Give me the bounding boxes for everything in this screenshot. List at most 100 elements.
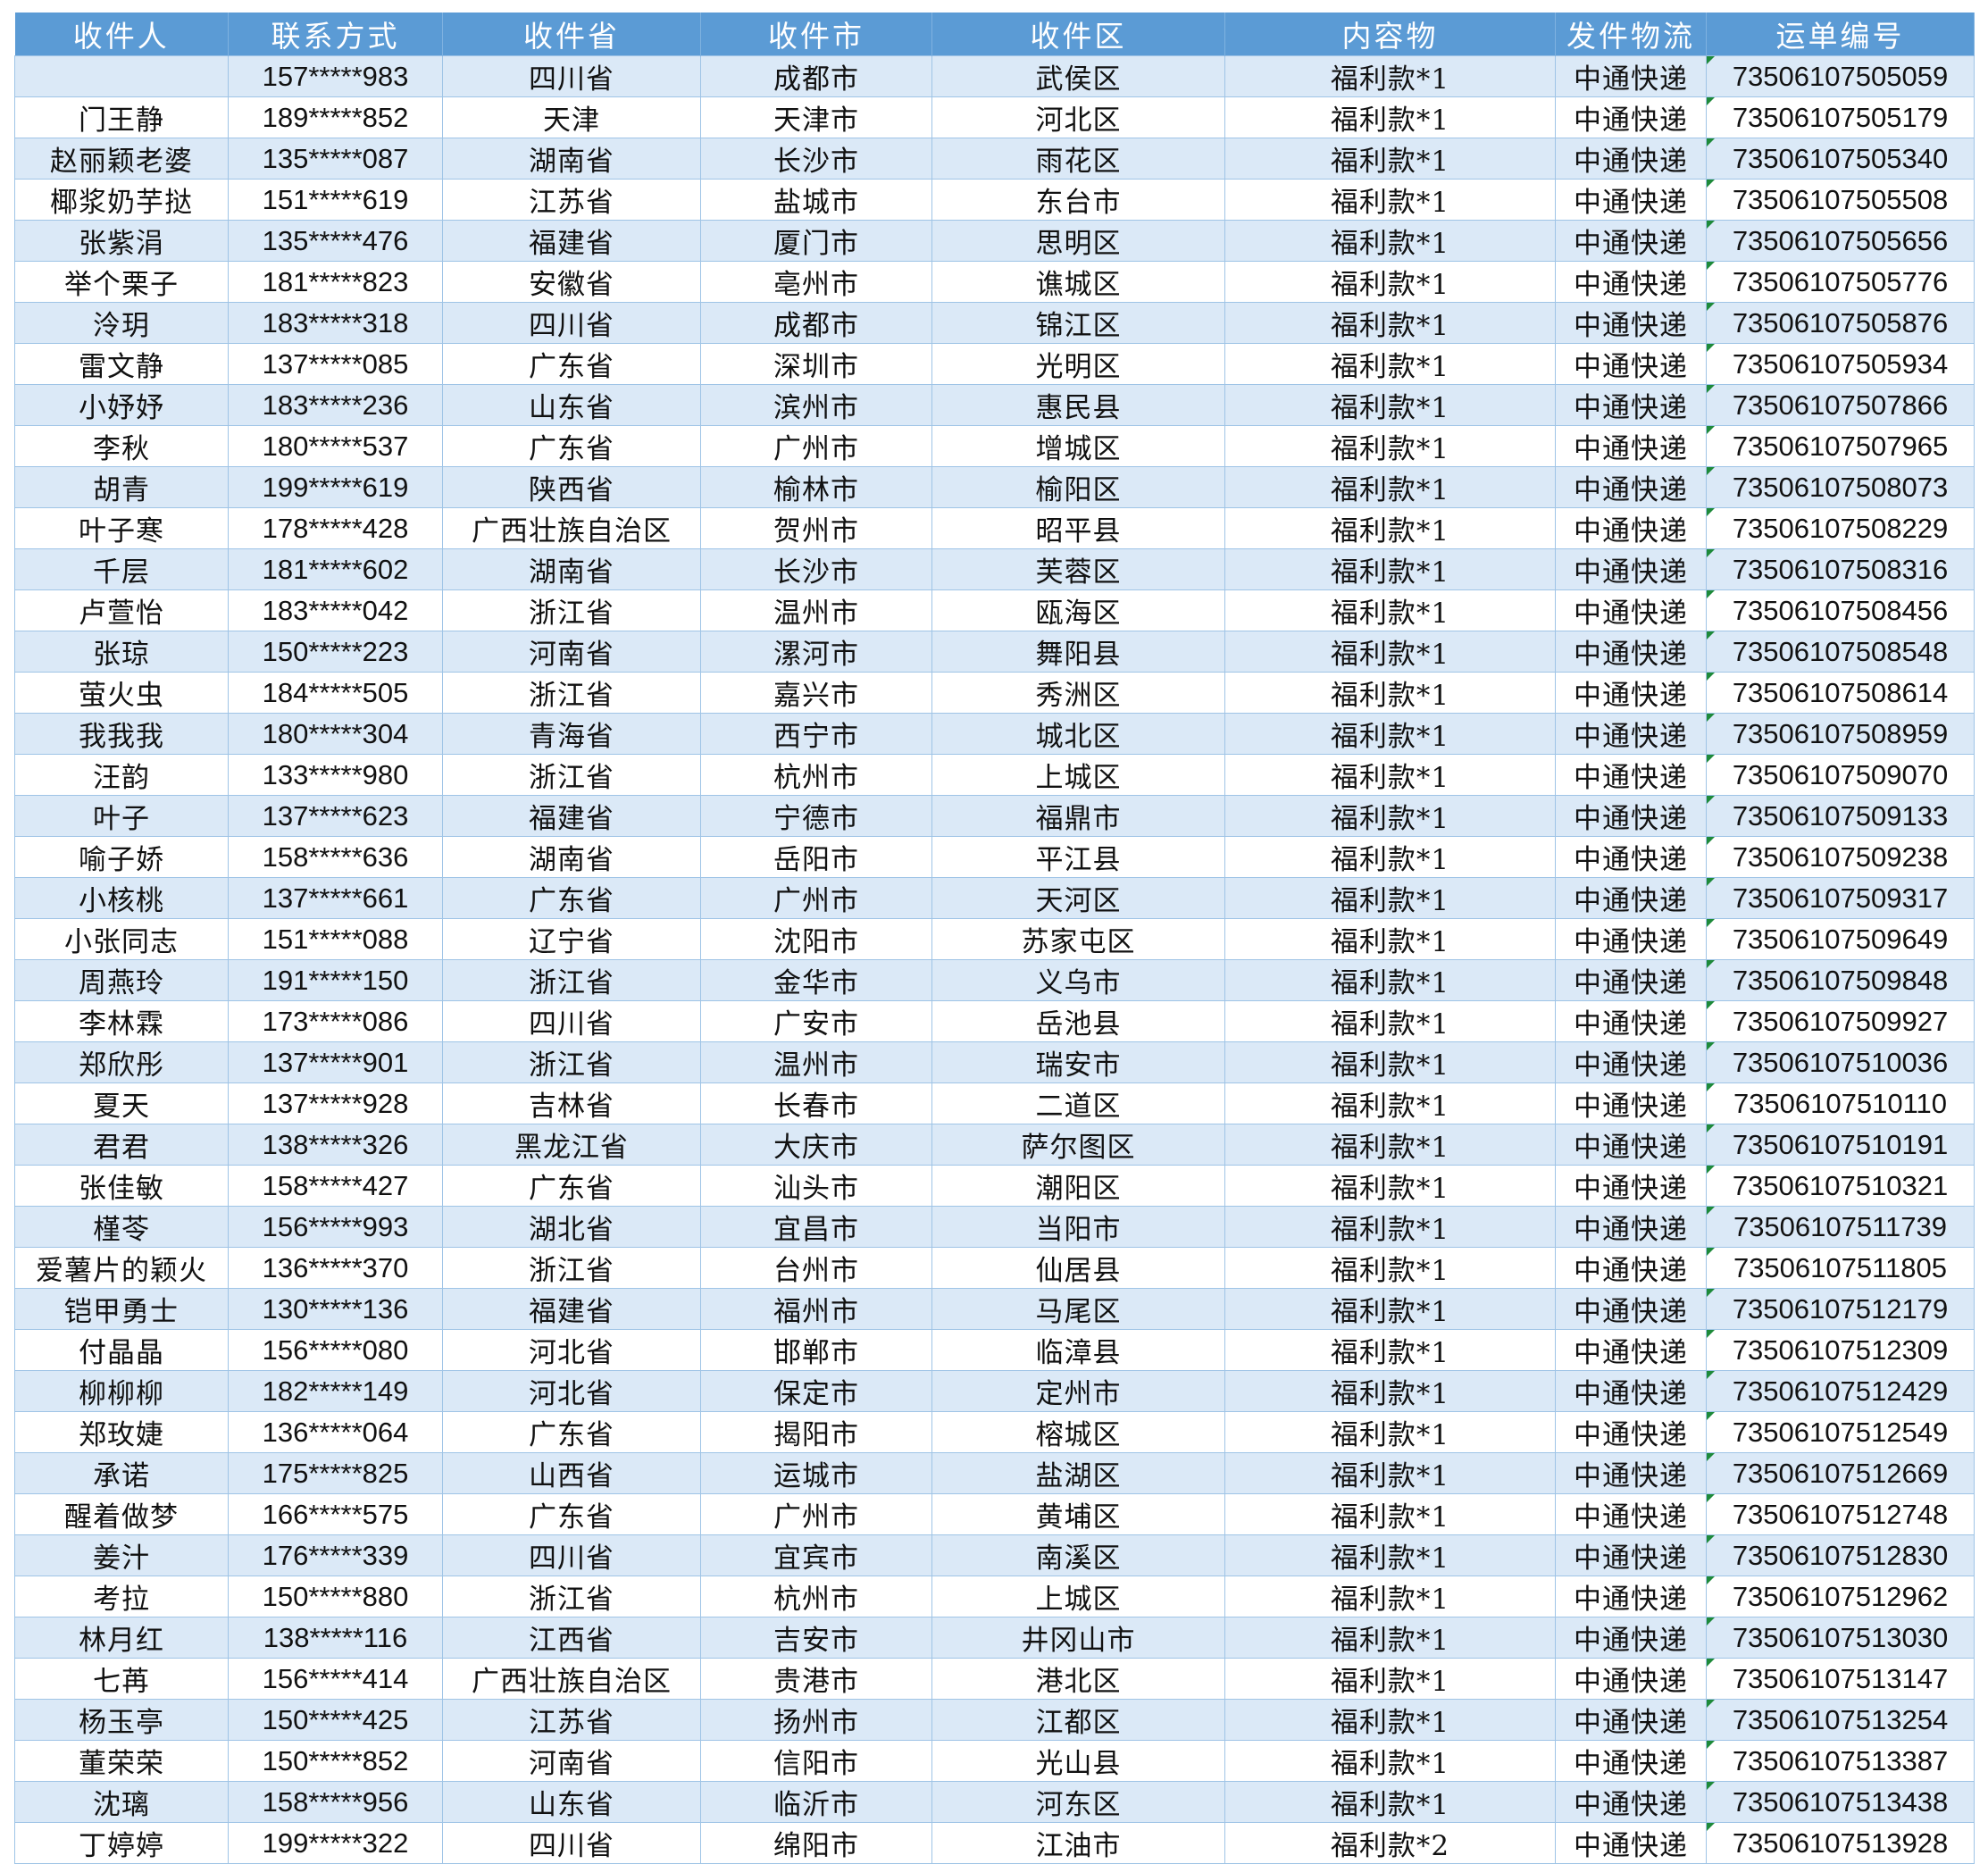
- recipient-cell: 张佳敏: [14, 1165, 229, 1207]
- district-cell: 萨尔图区: [931, 1124, 1225, 1166]
- contact-cell: 199*****322: [228, 1822, 443, 1864]
- province-cell: 陕西省: [442, 466, 701, 508]
- table-row: 周燕玲 191*****150 浙江省 金华市 义乌市 福利款*1 中通快递 73506107…: [14, 959, 1975, 1001]
- province-cell: 江西省: [442, 1617, 701, 1659]
- courier-cell: 中通快递: [1555, 425, 1707, 467]
- table-row: 张佳敏 158*****427 广东省 汕头市 潮阳区 福利款*1 中通快递 73506107…: [14, 1165, 1975, 1207]
- table-row: 我我我 180*****304 青海省 西宁市 城北区 福利款*1 中通快递 73506107…: [14, 713, 1975, 755]
- contents-cell: 福利款*1: [1224, 261, 1556, 303]
- waybill-cell: 73506107508548: [1706, 631, 1975, 673]
- recipient-cell: 赵丽颖老婆: [14, 138, 229, 180]
- waybill-cell: 73506107509848: [1706, 959, 1975, 1001]
- courier-cell: 中通快递: [1555, 179, 1707, 221]
- district-cell: 瑞安市: [931, 1041, 1225, 1083]
- district-cell: 河东区: [931, 1781, 1225, 1823]
- contents-cell: 福利款*1: [1224, 1493, 1556, 1535]
- district-cell: 光明区: [931, 343, 1225, 385]
- contact-cell: 150*****880: [228, 1576, 443, 1617]
- contents-cell: 福利款*1: [1224, 425, 1556, 467]
- courier-cell: 中通快递: [1555, 1452, 1707, 1494]
- province-cell: 河北省: [442, 1370, 701, 1412]
- courier-cell: 中通快递: [1555, 1534, 1707, 1576]
- contents-cell: 福利款*1: [1224, 1370, 1556, 1412]
- table-row: 杨玉亭 150*****425 江苏省 扬州市 江都区 福利款*1 中通快递 73506107…: [14, 1699, 1975, 1741]
- province-cell: 河南省: [442, 631, 701, 673]
- contents-cell: 福利款*1: [1224, 1247, 1556, 1289]
- waybill-cell: 73506107509927: [1706, 1000, 1975, 1042]
- district-cell: 上城区: [931, 1576, 1225, 1617]
- waybill-cell: 73506107510036: [1706, 1041, 1975, 1083]
- table-row: 槿苓 156*****993 湖北省 宜昌市 当阳市 福利款*1 中通快递 735061075…: [14, 1206, 1975, 1248]
- recipient-cell: 泠玥: [14, 302, 229, 344]
- city-cell: 杭州市: [700, 754, 932, 796]
- table-row: 卢萱怡 183*****042 浙江省 温州市 瓯海区 福利款*1 中通快递 73506107…: [14, 589, 1975, 631]
- courier-cell: 中通快递: [1555, 96, 1707, 138]
- waybill-cell: 73506107505776: [1706, 261, 1975, 303]
- waybill-cell: 73506107505179: [1706, 96, 1975, 138]
- courier-cell: 中通快递: [1555, 959, 1707, 1001]
- district-cell: 上城区: [931, 754, 1225, 796]
- table-row: 157*****983 四川省 成都市 武侯区 福利款*1 中通快递 73506107505…: [14, 55, 1975, 97]
- contents-cell: 福利款*1: [1224, 836, 1556, 878]
- header-district: 收件区: [931, 13, 1225, 56]
- courier-cell: 中通快递: [1555, 507, 1707, 549]
- table-row: 张琼 150*****223 河南省 漯河市 舞阳县 福利款*1 中通快递 735061075…: [14, 631, 1975, 673]
- contact-cell: 156*****414: [228, 1658, 443, 1700]
- district-cell: 南溪区: [931, 1534, 1225, 1576]
- table-row: 姜汁 176*****339 四川省 宜宾市 南溪区 福利款*1 中通快递 735061075…: [14, 1534, 1975, 1576]
- contact-cell: 183*****042: [228, 589, 443, 631]
- table-row: 夏天 137*****928 吉林省 长春市 二道区 福利款*1 中通快递 735061075…: [14, 1082, 1975, 1124]
- province-cell: 浙江省: [442, 754, 701, 796]
- district-cell: 雨花区: [931, 138, 1225, 180]
- contents-cell: 福利款*1: [1224, 1041, 1556, 1083]
- district-cell: 谯城区: [931, 261, 1225, 303]
- recipient-cell: 李秋: [14, 425, 229, 467]
- courier-cell: 中通快递: [1555, 1082, 1707, 1124]
- courier-cell: 中通快递: [1555, 343, 1707, 385]
- contents-cell: 福利款*1: [1224, 548, 1556, 590]
- courier-cell: 中通快递: [1555, 261, 1707, 303]
- waybill-cell: 73506107509317: [1706, 877, 1975, 919]
- city-cell: 亳州市: [700, 261, 932, 303]
- courier-cell: 中通快递: [1555, 1576, 1707, 1617]
- contact-cell: 180*****537: [228, 425, 443, 467]
- contact-cell: 156*****080: [228, 1329, 443, 1371]
- courier-cell: 中通快递: [1555, 1493, 1707, 1535]
- city-cell: 榆林市: [700, 466, 932, 508]
- contact-cell: 191*****150: [228, 959, 443, 1001]
- contents-cell: 福利款*1: [1224, 384, 1556, 426]
- contact-cell: 166*****575: [228, 1493, 443, 1535]
- recipient-cell: 举个栗子: [14, 261, 229, 303]
- recipient-cell: 我我我: [14, 713, 229, 755]
- contents-cell: 福利款*1: [1224, 877, 1556, 919]
- contact-cell: 182*****149: [228, 1370, 443, 1412]
- waybill-cell: 73506107512830: [1706, 1534, 1975, 1576]
- province-cell: 四川省: [442, 302, 701, 344]
- contact-cell: 199*****619: [228, 466, 443, 508]
- table-row: 举个栗子 181*****823 安徽省 亳州市 谯城区 福利款*1 中通快递 7350610…: [14, 261, 1975, 303]
- waybill-cell: 73506107509238: [1706, 836, 1975, 878]
- province-cell: 河南省: [442, 1740, 701, 1782]
- district-cell: 潮阳区: [931, 1165, 1225, 1207]
- courier-cell: 中通快递: [1555, 1699, 1707, 1741]
- city-cell: 保定市: [700, 1370, 932, 1412]
- contact-cell: 138*****326: [228, 1124, 443, 1166]
- district-cell: 锦江区: [931, 302, 1225, 344]
- recipient-cell: 叶子: [14, 795, 229, 837]
- contact-cell: 133*****980: [228, 754, 443, 796]
- courier-cell: 中通快递: [1555, 220, 1707, 262]
- contact-cell: 150*****223: [228, 631, 443, 673]
- recipient-cell: 小核桃: [14, 877, 229, 919]
- contents-cell: 福利款*1: [1224, 1411, 1556, 1453]
- province-cell: 湖南省: [442, 836, 701, 878]
- district-cell: 城北区: [931, 713, 1225, 755]
- contents-cell: 福利款*1: [1224, 795, 1556, 837]
- courier-cell: 中通快递: [1555, 1617, 1707, 1659]
- contact-cell: 136*****064: [228, 1411, 443, 1453]
- waybill-cell: 73506107508229: [1706, 507, 1975, 549]
- province-cell: 浙江省: [442, 959, 701, 1001]
- city-cell: 漯河市: [700, 631, 932, 673]
- province-cell: 吉林省: [442, 1082, 701, 1124]
- header-row: 收件人 联系方式 收件省 收件市 收件区 内容物 发件物流 运单编号: [14, 13, 1975, 56]
- province-cell: 浙江省: [442, 1576, 701, 1617]
